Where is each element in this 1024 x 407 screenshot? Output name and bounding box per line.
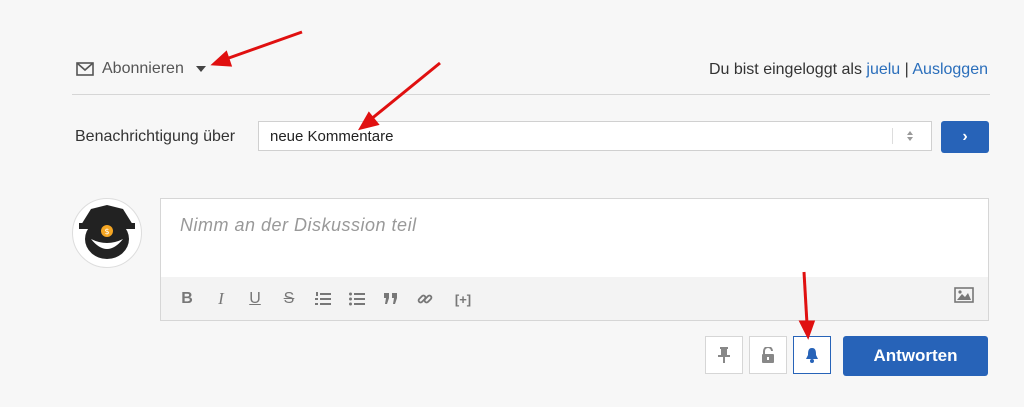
numbered-list-button[interactable]	[313, 289, 333, 309]
login-prefix: Du bist eingeloggt als	[708, 61, 867, 78]
bell-button[interactable]	[793, 336, 831, 374]
pin-button[interactable]	[705, 336, 743, 374]
comment-actions	[705, 336, 831, 374]
link-button[interactable]	[415, 289, 435, 309]
bell-icon	[806, 348, 818, 363]
username-link[interactable]: juelu	[866, 61, 900, 78]
bold-button[interactable]: B	[177, 289, 197, 309]
login-separator: |	[900, 61, 913, 78]
numbered-list-icon	[315, 292, 331, 305]
image-icon	[954, 287, 974, 303]
strikethrough-button[interactable]: S	[279, 289, 299, 309]
pirate-avatar-icon: $	[79, 205, 135, 259]
select-separator	[892, 128, 893, 144]
notification-submit-button[interactable]: ›	[941, 121, 989, 153]
comment-placeholder: Nimm an der Diskussion teil	[180, 215, 417, 235]
image-upload-button[interactable]	[954, 287, 974, 308]
lock-button[interactable]	[749, 336, 787, 374]
comment-editor[interactable]: Nimm an der Diskussion teil B I U S [+]	[160, 198, 989, 321]
arrow-notification	[357, 61, 441, 131]
logout-link[interactable]: Ausloggen	[912, 61, 988, 78]
divider	[72, 94, 990, 95]
answer-button[interactable]: Antworten	[843, 336, 988, 376]
editor-toolbar: B I U S [+]	[161, 277, 988, 320]
notification-label: Benachrichtigung über	[75, 128, 236, 145]
lock-icon	[762, 347, 774, 363]
envelope-icon	[76, 62, 94, 76]
quote-icon	[384, 293, 397, 304]
bullet-list-button[interactable]	[347, 289, 367, 309]
notification-select-value: neue Kommentare	[270, 127, 394, 145]
pin-icon	[718, 347, 730, 363]
svg-text:$: $	[104, 227, 109, 236]
subscribe-label: Abonnieren	[102, 60, 184, 77]
insert-more-button[interactable]: [+]	[449, 289, 477, 309]
caret-down-icon	[195, 66, 206, 72]
bullet-list-icon	[349, 292, 365, 306]
notification-select[interactable]: neue Kommentare	[258, 121, 932, 151]
subscribe-dropdown[interactable]: Abonnieren	[76, 60, 206, 78]
link-icon	[417, 294, 433, 304]
underline-button[interactable]: U	[245, 289, 265, 309]
select-arrows-icon	[903, 131, 917, 141]
avatar: $	[72, 198, 142, 268]
italic-button[interactable]: I	[211, 289, 231, 309]
quote-button[interactable]	[381, 289, 401, 309]
login-info: Du bist eingeloggt als juelu | Ausloggen	[709, 61, 988, 79]
arrow-subscribe	[210, 30, 303, 67]
